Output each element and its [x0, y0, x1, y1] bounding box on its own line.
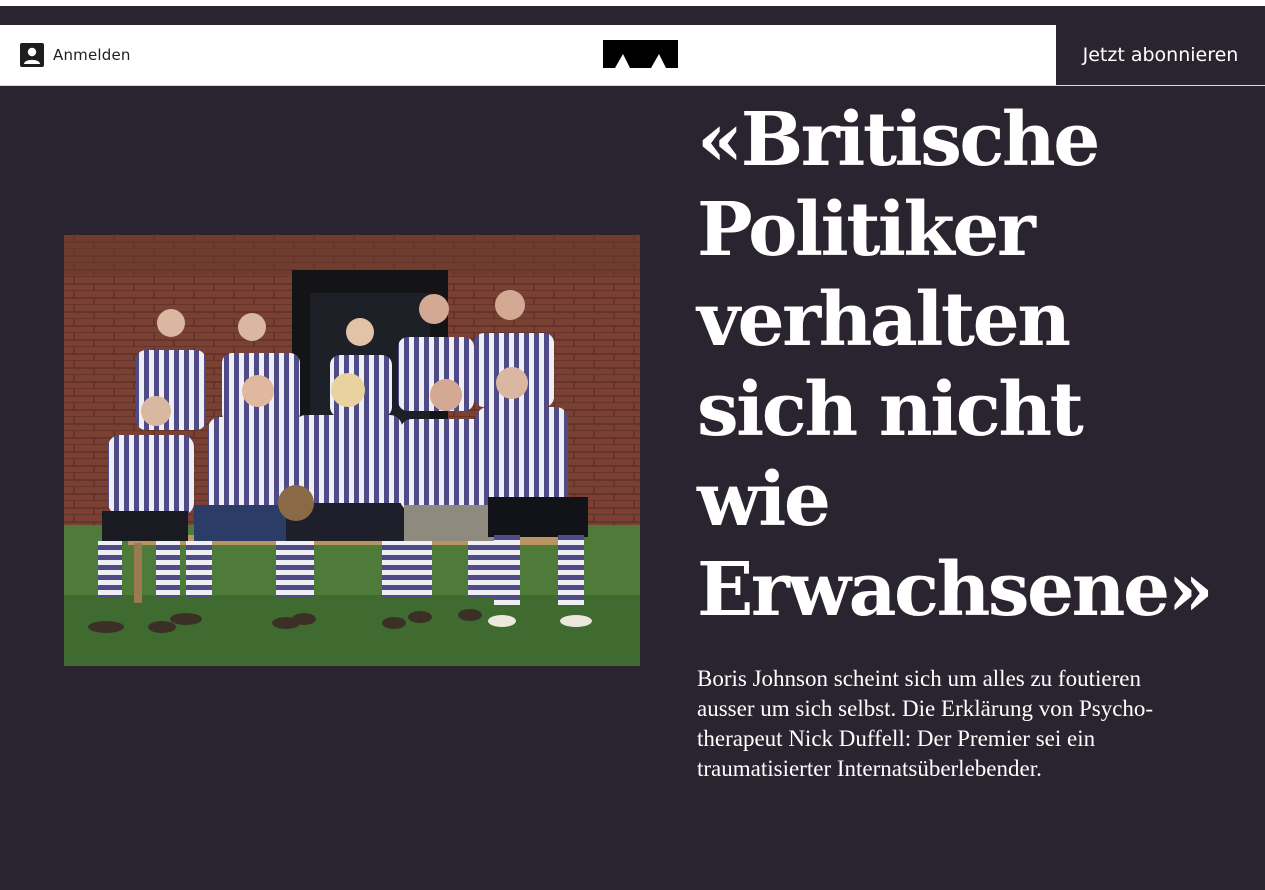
headline-line: Politiker — [697, 187, 1036, 273]
site-header: Anmelden Jetzt abonnieren — [0, 25, 1265, 86]
lead-line: Boris Johnson scheint sich um alles zu f… — [697, 666, 1141, 691]
headline-line: sich nicht — [697, 367, 1084, 453]
lead-line: ausser um sich selbst. Die Erklärung von… — [697, 696, 1154, 721]
subscribe-button[interactable]: Jetzt abonnieren — [1056, 25, 1265, 85]
login-label: Anmelden — [53, 46, 131, 64]
user-icon — [20, 43, 44, 67]
lead-line: therapeut Nick Duffell: Der Premier sei … — [697, 726, 1096, 751]
headline-line: «Britische — [697, 97, 1100, 183]
login-button[interactable]: Anmelden — [20, 43, 131, 67]
headline-line: verhalten — [697, 277, 1071, 363]
article-photo — [64, 235, 640, 666]
lead-line: traumatisierter Internatsüberlebender. — [697, 756, 1042, 781]
publication-logo[interactable] — [603, 40, 678, 68]
article-lead: Boris Johnson scheint sich um alles zu f… — [697, 664, 1237, 784]
article-headline: «Britische Politiker verhalten sich nicht wi… — [697, 95, 1257, 635]
headline-line: Erwachsene» — [697, 547, 1214, 633]
top-band — [0, 0, 1265, 6]
headline-line: wie — [697, 457, 831, 543]
